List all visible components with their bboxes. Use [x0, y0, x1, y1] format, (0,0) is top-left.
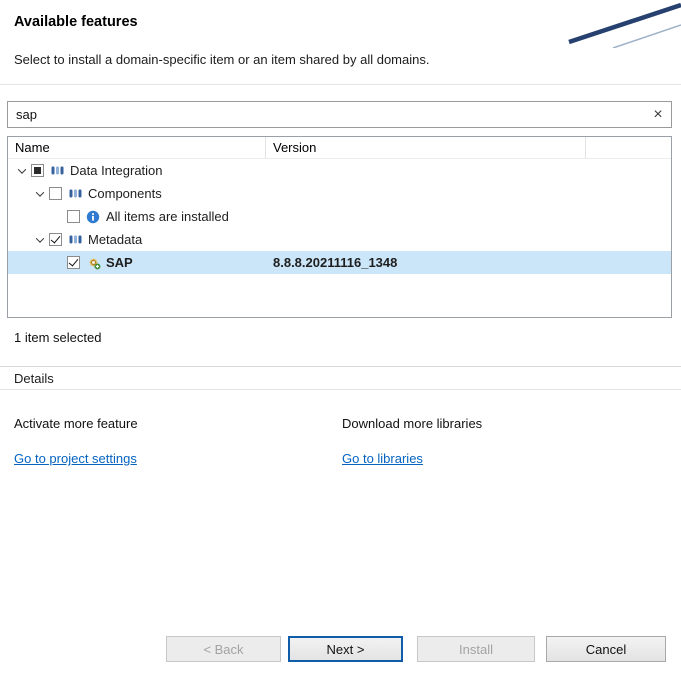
next-button[interactable]: Next > [288, 636, 403, 662]
row-name-cell: SAP [8, 251, 266, 274]
row-name-cell: Data Integration [8, 159, 266, 182]
details-separator-bottom [0, 389, 681, 390]
row-label: All items are installed [106, 209, 229, 224]
row-checkbox[interactable] [31, 164, 44, 177]
sap-feature-icon [85, 255, 101, 270]
page-title: Available features [14, 14, 138, 30]
features-tree: Name Version Data Integration Components A… [7, 136, 672, 318]
page-description: Select to install a domain-specific item… [14, 52, 429, 67]
download-libraries-title: Download more libraries [342, 416, 482, 431]
tree-row[interactable]: Metadata [8, 228, 671, 251]
tree-row[interactable]: SAP 8.8.8.20211116_1348 [8, 251, 671, 274]
row-checkbox[interactable] [67, 210, 80, 223]
feature-group-icon [67, 186, 83, 201]
expand-chevron-icon[interactable] [14, 163, 30, 179]
header-separator [0, 84, 681, 85]
column-header-version[interactable]: Version [266, 137, 586, 158]
row-name-cell: Metadata [8, 228, 266, 251]
feature-group-icon [67, 232, 83, 247]
tree-rows: Data Integration Components All items are … [8, 159, 671, 274]
expand-chevron-icon[interactable] [32, 186, 48, 202]
expand-chevron-icon[interactable] [32, 232, 48, 248]
tree-row[interactable]: Data Integration [8, 159, 671, 182]
search-input[interactable] [8, 107, 645, 122]
search-box: × [7, 101, 672, 128]
details-label: Details [14, 371, 54, 386]
go-to-libraries-link[interactable]: Go to libraries [342, 451, 423, 466]
row-name-cell: Components [8, 182, 266, 205]
row-label: Components [88, 186, 162, 201]
row-label: SAP [106, 255, 133, 270]
row-checkbox[interactable] [49, 233, 62, 246]
back-button[interactable]: < Back [166, 636, 281, 662]
clear-search-icon[interactable]: × [645, 102, 671, 127]
tree-header: Name Version [8, 137, 671, 159]
row-checkbox[interactable] [49, 187, 62, 200]
install-button[interactable]: Install [417, 636, 535, 662]
tree-row[interactable]: All items are installed [8, 205, 671, 228]
banner-swoosh-decoration [551, 0, 681, 48]
row-version: 8.8.8.20211116_1348 [266, 255, 397, 270]
selection-status: 1 item selected [14, 330, 101, 345]
details-separator-top [0, 366, 681, 367]
row-label: Metadata [88, 232, 142, 247]
go-to-project-settings-link[interactable]: Go to project settings [14, 451, 137, 466]
row-checkbox[interactable] [67, 256, 80, 269]
feature-group-icon [49, 163, 65, 178]
tree-row[interactable]: Components [8, 182, 671, 205]
column-header-name[interactable]: Name [8, 137, 266, 158]
row-label: Data Integration [70, 163, 163, 178]
info-icon [85, 209, 101, 224]
row-name-cell: All items are installed [8, 205, 266, 228]
cancel-button[interactable]: Cancel [546, 636, 666, 662]
activate-feature-title: Activate more feature [14, 416, 138, 431]
